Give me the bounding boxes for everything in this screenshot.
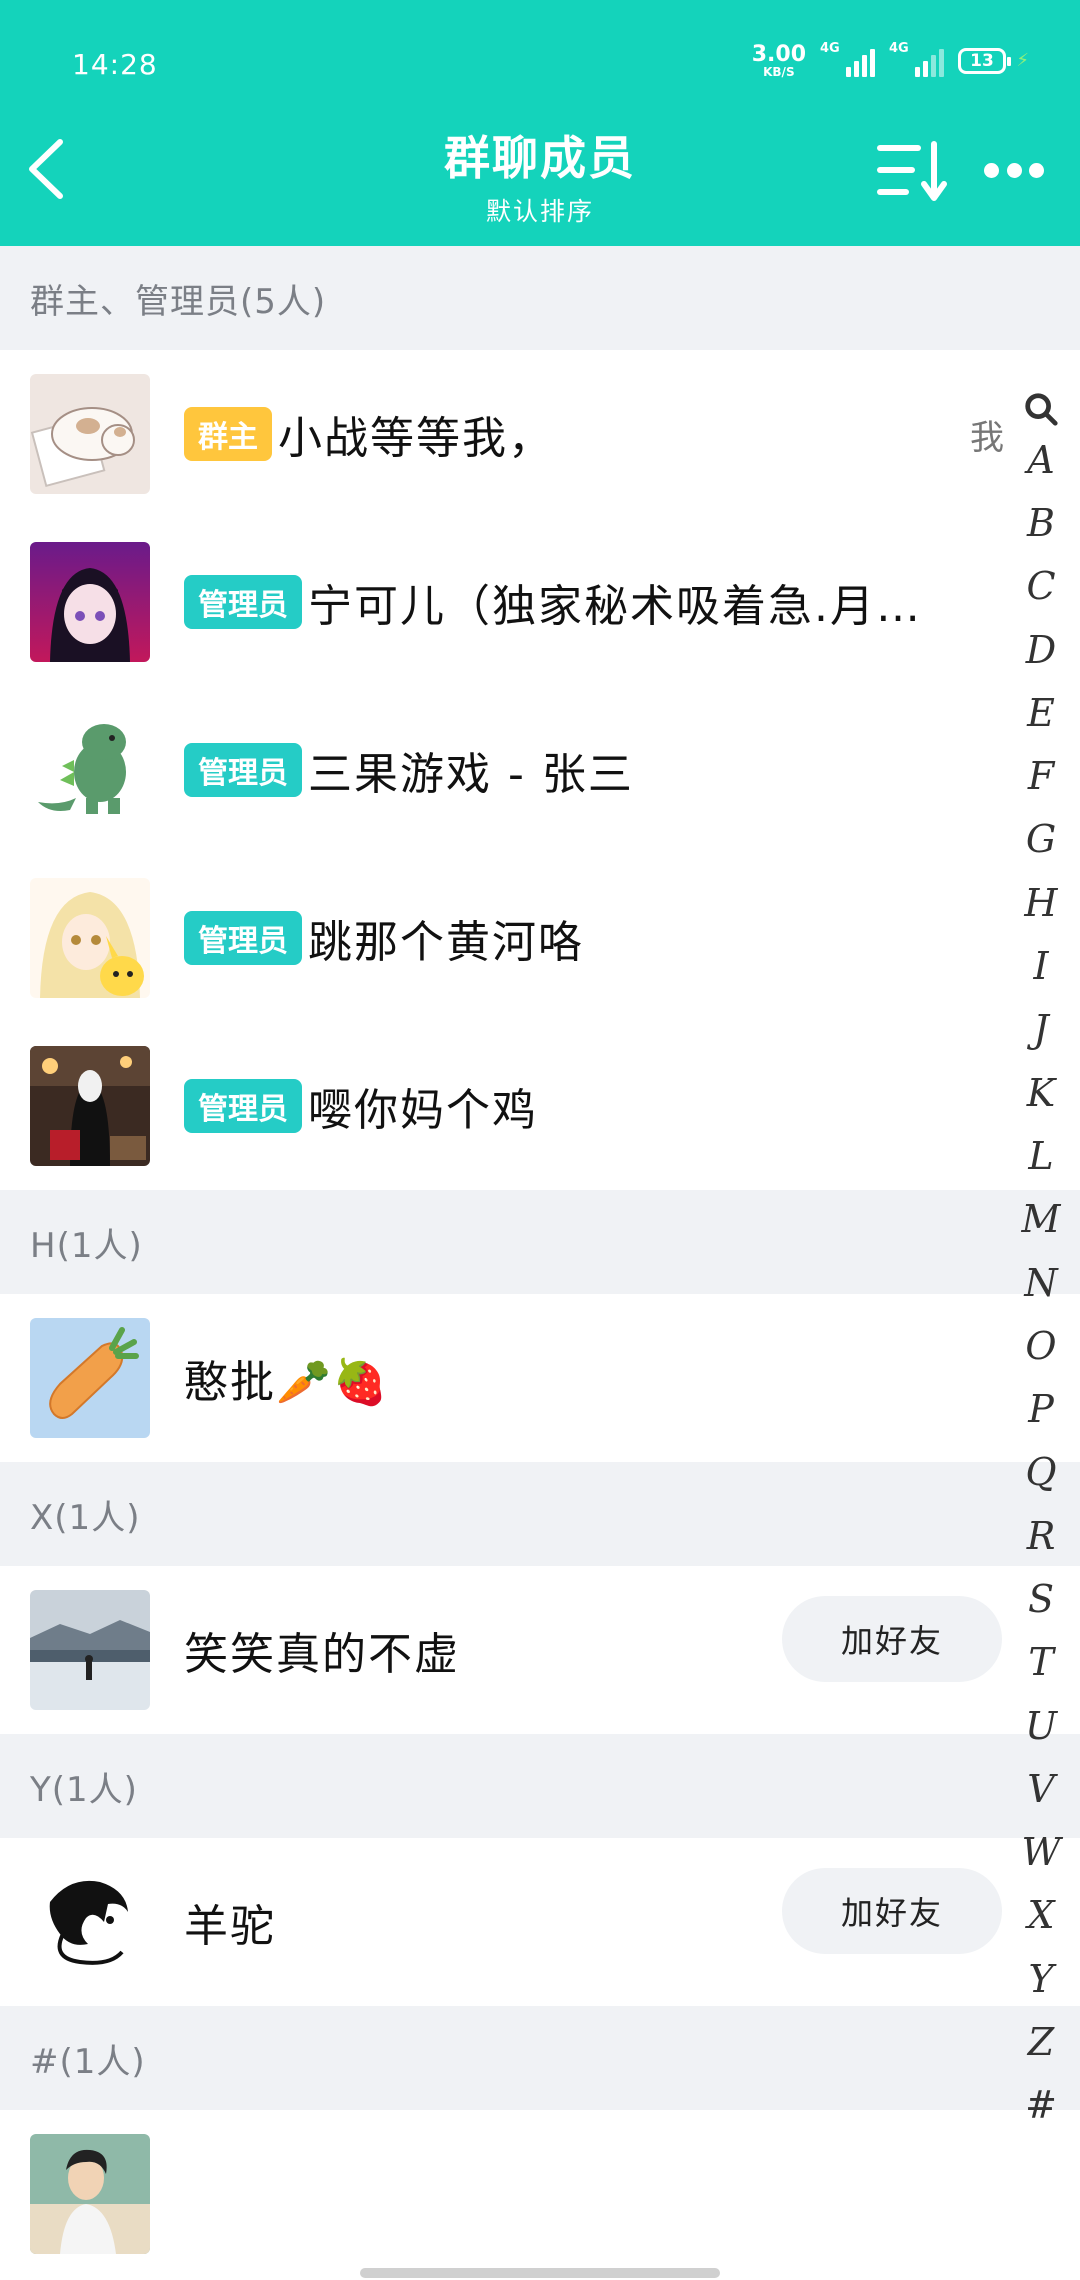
member-info bbox=[184, 2110, 1010, 2278]
member-row[interactable]: 管理员 嘤你妈个鸡 bbox=[0, 1022, 1080, 1190]
battery-level: 13 bbox=[970, 51, 994, 71]
index-letter[interactable]: H bbox=[1021, 871, 1060, 934]
network-speed: 3.00 KB/S bbox=[751, 42, 806, 79]
member-row[interactable]: 憨批🥕🍓 bbox=[0, 1294, 1080, 1462]
status-icons: 3.00 KB/S 4G 4G 13 ⚡ bbox=[751, 41, 1029, 79]
network-speed-value: 3.00 bbox=[751, 42, 806, 67]
index-letter[interactable]: # bbox=[1021, 2074, 1060, 2137]
sort-icon bbox=[877, 141, 947, 201]
network-speed-unit: KB/S bbox=[763, 65, 795, 79]
header-bar: 14:28 3.00 KB/S 4G 4G 13 ⚡ 群聊成员 默认排序 bbox=[0, 0, 1080, 246]
signal-label: 4G bbox=[889, 41, 909, 56]
index-letter[interactable]: Q bbox=[1021, 1441, 1060, 1504]
more-dot-icon bbox=[984, 162, 999, 178]
index-letter[interactable]: Y bbox=[1021, 1947, 1060, 2010]
index-letter[interactable]: X bbox=[1021, 1884, 1060, 1947]
signal-icon: 4G bbox=[820, 41, 875, 77]
avatar bbox=[30, 1318, 150, 1438]
section-header-hash: #(1人) bbox=[0, 2006, 1080, 2110]
member-row[interactable]: 管理员 三果游戏 - 张三 bbox=[0, 686, 1080, 854]
index-letter[interactable]: R bbox=[1021, 1504, 1060, 1567]
member-info: 管理员 宁可儿（独家秘术吸着急.月… bbox=[184, 518, 1010, 686]
home-indicator[interactable] bbox=[360, 2268, 720, 2278]
index-letter[interactable]: N bbox=[1021, 1251, 1060, 1314]
avatar bbox=[30, 2134, 150, 2254]
more-dot-icon bbox=[1029, 162, 1044, 178]
member-row[interactable]: 羊驼 加好友 bbox=[0, 1838, 1080, 2006]
avatar bbox=[30, 1046, 150, 1166]
member-info: 管理员 三果游戏 - 张三 bbox=[184, 686, 1010, 854]
battery-icon: 13 ⚡ bbox=[958, 48, 1029, 74]
index-letter[interactable]: P bbox=[1021, 1377, 1060, 1440]
index-letter[interactable]: A bbox=[1021, 428, 1060, 491]
member-name: 嘤你妈个鸡 bbox=[308, 1085, 538, 1136]
section-header-y: Y(1人) bbox=[0, 1734, 1080, 1838]
avatar bbox=[30, 1862, 150, 1982]
index-letter[interactable]: G bbox=[1021, 808, 1060, 871]
index-letter[interactable]: O bbox=[1021, 1314, 1060, 1377]
member-name: 笑笑真的不虚 bbox=[184, 1629, 460, 1680]
index-letter[interactable]: B bbox=[1021, 491, 1060, 554]
status-time: 14:28 bbox=[72, 48, 158, 81]
signal-label: 4G bbox=[820, 41, 840, 56]
member-row[interactable]: 笑笑真的不虚 加好友 bbox=[0, 1566, 1080, 1734]
index-letters: A B C D E F G H I J K L M N O P Q R S T U V W X Y Z # bbox=[1021, 428, 1060, 2137]
member-name: 跳那个黄河咯 bbox=[308, 917, 584, 968]
index-letter[interactable]: F bbox=[1021, 744, 1060, 807]
index-letter[interactable]: I bbox=[1021, 934, 1060, 997]
member-name: 憨批🥕🍓 bbox=[184, 1357, 390, 1408]
more-options-button[interactable] bbox=[978, 150, 1050, 190]
member-row[interactable]: 管理员 宁可儿（独家秘术吸着急.月… bbox=[0, 518, 1080, 686]
index-letter[interactable]: K bbox=[1021, 1061, 1060, 1124]
member-info: 管理员 跳那个黄河咯 bbox=[184, 854, 1010, 1022]
index-letter[interactable]: C bbox=[1021, 555, 1060, 618]
avatar bbox=[30, 878, 150, 998]
index-letter[interactable]: V bbox=[1021, 1757, 1060, 1820]
index-search-button[interactable] bbox=[1022, 390, 1060, 428]
admin-badge: 管理员 bbox=[184, 575, 302, 629]
avatar bbox=[30, 1590, 150, 1710]
member-name: 羊驼 bbox=[184, 1901, 276, 1952]
avatar bbox=[30, 542, 150, 662]
member-name: 三果游戏 - 张三 bbox=[308, 749, 634, 800]
me-tag: 我 bbox=[970, 418, 1004, 458]
add-friend-button[interactable]: 加好友 bbox=[782, 1868, 1002, 1954]
member-row[interactable]: 群主 小战等等我， 我 bbox=[0, 350, 1080, 518]
member-name: 宁可儿（独家秘术吸着急.月… bbox=[308, 581, 922, 632]
index-letter[interactable]: U bbox=[1021, 1694, 1060, 1757]
member-row[interactable] bbox=[0, 2110, 1080, 2278]
index-letter[interactable]: T bbox=[1021, 1631, 1060, 1694]
section-header-admins: 群主、管理员(5人) bbox=[0, 246, 1080, 350]
member-info: 管理员 嘤你妈个鸡 bbox=[184, 1022, 1010, 1190]
sort-button[interactable] bbox=[876, 140, 948, 204]
index-letter[interactable]: J bbox=[1021, 998, 1060, 1061]
index-letter[interactable]: L bbox=[1021, 1124, 1060, 1187]
member-name: 小战等等我， bbox=[278, 413, 554, 464]
charging-icon: ⚡ bbox=[1016, 50, 1029, 71]
more-dot-icon bbox=[1006, 162, 1022, 178]
index-letter[interactable]: S bbox=[1021, 1567, 1060, 1630]
index-letter[interactable]: E bbox=[1021, 681, 1060, 744]
index-letter[interactable]: M bbox=[1021, 1188, 1061, 1251]
index-letter[interactable]: W bbox=[1021, 1821, 1060, 1884]
index-letter[interactable]: D bbox=[1021, 618, 1060, 681]
avatar bbox=[30, 710, 150, 830]
alphabet-index[interactable]: A B C D E F G H I J K L M N O P Q R S T U V W X Y Z # bbox=[1016, 390, 1066, 2130]
member-info: 憨批🥕🍓 bbox=[184, 1294, 1010, 1462]
owner-badge: 群主 bbox=[184, 407, 272, 461]
section-header-x: X(1人) bbox=[0, 1462, 1080, 1566]
signal-icon: 4G bbox=[889, 41, 944, 77]
avatar bbox=[30, 374, 150, 494]
admin-badge: 管理员 bbox=[184, 743, 302, 797]
member-info: 群主 小战等等我， bbox=[184, 350, 1010, 518]
index-letter[interactable]: Z bbox=[1021, 2010, 1060, 2073]
section-header-h: H(1人) bbox=[0, 1190, 1080, 1294]
admin-badge: 管理员 bbox=[184, 911, 302, 965]
add-friend-button[interactable]: 加好友 bbox=[782, 1596, 1002, 1682]
admin-badge: 管理员 bbox=[184, 1079, 302, 1133]
member-row[interactable]: 管理员 跳那个黄河咯 bbox=[0, 854, 1080, 1022]
search-icon bbox=[1025, 393, 1058, 426]
